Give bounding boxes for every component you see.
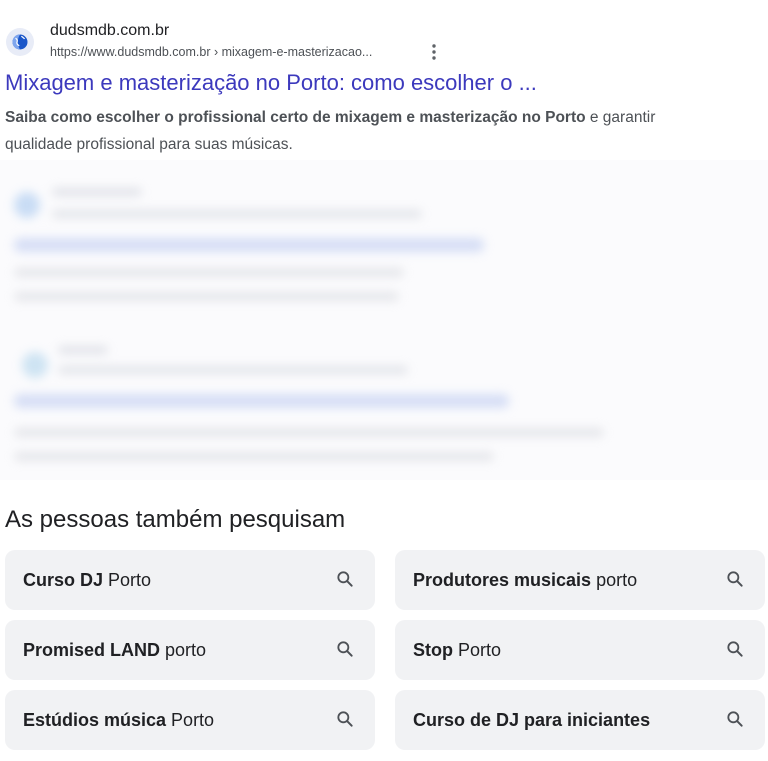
search-icon [727, 641, 743, 657]
chip-bold-text: Produtores musicais [413, 569, 592, 590]
suggestion-chip-promised-land[interactable]: Promised LAND porto [5, 620, 375, 680]
chip-text: porto [596, 569, 638, 590]
chip-bold-text: Estúdios música [23, 709, 167, 730]
search-result: dudsmdb.com.br https://www.dudsmdb.com.b… [0, 0, 768, 160]
search-icon [337, 571, 353, 587]
site-name[interactable]: dudsmdb.com.br [50, 22, 169, 40]
search-icon [337, 711, 353, 727]
site-url[interactable]: https://www.dudsmdb.com.br › mixagem-e-m… [50, 45, 372, 59]
result-snippet: Saiba como escolher o profissional certo… [5, 104, 725, 158]
search-icon [337, 641, 353, 657]
result-title-link[interactable]: Mixagem e masterização no Porto: como es… [5, 70, 537, 96]
suggestion-chip-estudios-musica[interactable]: Estúdios música Porto [5, 690, 375, 750]
chip-text: Porto [458, 639, 502, 660]
suggestion-chip-stop-porto[interactable]: Stop Porto [395, 620, 765, 680]
chip-bold-text: Curso DJ [23, 569, 104, 590]
snippet-highlight: Saiba como escolher o profissional certo… [5, 109, 586, 126]
blurred-results [0, 160, 768, 480]
suggestion-chip-curso-dj-iniciantes[interactable]: Curso de DJ para iniciantes [395, 690, 765, 750]
chip-bold-text: Curso de DJ para iniciantes [413, 709, 651, 730]
chip-text: porto [165, 639, 207, 660]
chip-text: Porto [171, 709, 215, 730]
suggestion-chip-produtores-musicais[interactable]: Produtores musicais porto [395, 550, 765, 610]
suggestion-chip-curso-dj-porto[interactable]: Curso DJ Porto [5, 550, 375, 610]
globe-icon[interactable] [6, 28, 34, 56]
people-also-search-heading: As pessoas também pesquisam [5, 506, 346, 533]
chip-bold-text: Promised LAND [23, 639, 161, 660]
search-icon [727, 711, 743, 727]
more-options-icon[interactable] [428, 42, 440, 62]
chip-text: Porto [108, 569, 152, 590]
chip-bold-text: Stop [413, 639, 453, 660]
search-icon [727, 571, 743, 587]
